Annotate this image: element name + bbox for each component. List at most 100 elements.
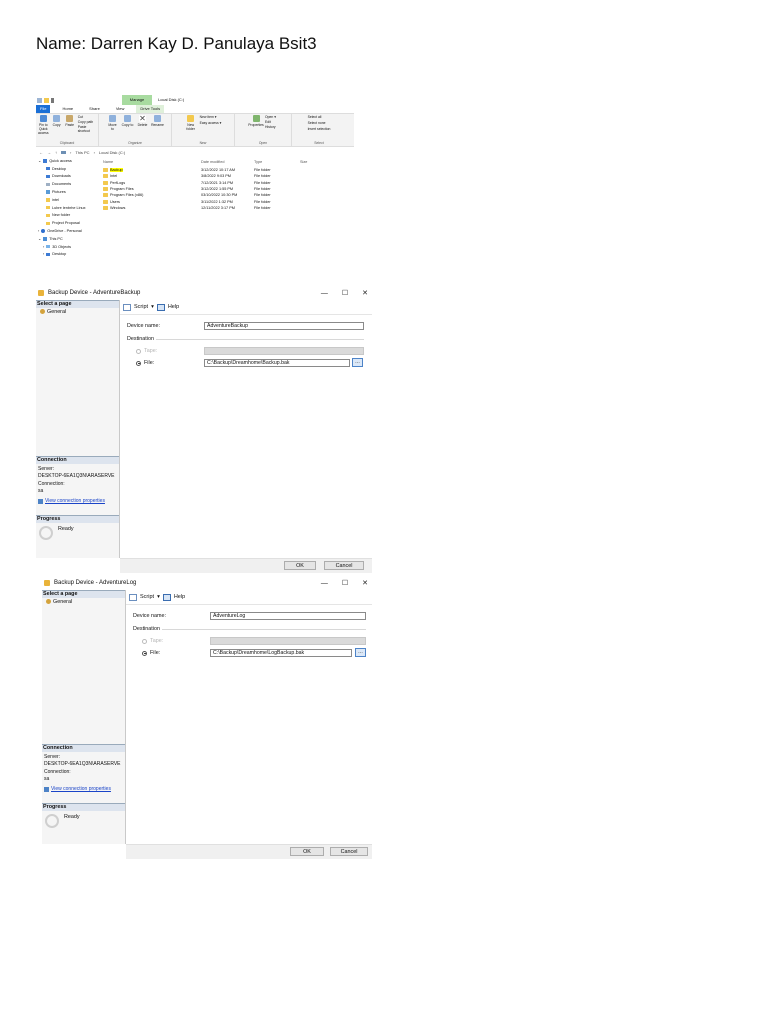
- easy-access-button[interactable]: Easy access ▾: [200, 121, 222, 125]
- browse-button[interactable]: …: [355, 648, 366, 657]
- page-general[interactable]: General: [36, 308, 119, 315]
- chevron-down-icon[interactable]: [51, 97, 54, 103]
- back-arrow-icon[interactable]: ←: [39, 150, 43, 155]
- select-none-button[interactable]: Select none: [308, 121, 331, 125]
- dialog-title: Backup Device - AdventureLog: [54, 580, 137, 586]
- dialog-titlebar: Backup Device - AdventureBackup — ☐ ✕: [36, 286, 372, 300]
- paste-icon: [66, 115, 74, 122]
- maximize-button[interactable]: ☐: [342, 579, 348, 587]
- breadcrumb-local-disk[interactable]: Local Disk (C:): [99, 150, 125, 155]
- nav-desktop[interactable]: Desktop: [38, 165, 98, 173]
- view-connection-properties-link[interactable]: View connection properties: [45, 498, 105, 505]
- file-row[interactable]: Windows 12/11/2022 3:17 PM File folder: [103, 205, 354, 211]
- tape-select: [204, 347, 364, 355]
- properties-icon[interactable]: [37, 97, 42, 103]
- new-folder-button[interactable]: New folder: [185, 115, 197, 131]
- nav-project-proposal[interactable]: Project Proposal: [38, 219, 98, 227]
- paste-shortcut-button[interactable]: Paste shortcut: [78, 125, 96, 133]
- chevron-down-icon[interactable]: ▾: [157, 594, 160, 600]
- ribbon-tabs: File Home Share View Drive Tools: [36, 105, 354, 113]
- rename-button[interactable]: Rename: [151, 115, 164, 127]
- pin-quick-access-button[interactable]: Pin to Quick access: [38, 115, 49, 135]
- nav-pictures[interactable]: Pictures: [38, 188, 98, 196]
- tab-drive-tools[interactable]: Drive Tools: [136, 105, 165, 113]
- ok-button[interactable]: OK: [290, 847, 324, 856]
- cancel-button[interactable]: Cancel: [324, 561, 364, 570]
- nav-intel[interactable]: intel: [38, 196, 98, 204]
- connection-properties-icon: [38, 498, 43, 504]
- close-button[interactable]: ✕: [362, 579, 368, 587]
- maximize-button[interactable]: ☐: [342, 289, 348, 297]
- tape-radio-option[interactable]: Tape:: [136, 348, 157, 354]
- nav-onedrive[interactable]: › OneDrive - Personal: [38, 227, 98, 235]
- nav-documents[interactable]: Documents: [38, 180, 98, 188]
- column-name[interactable]: Name: [103, 160, 201, 164]
- breadcrumb-this-pc[interactable]: This PC: [75, 150, 89, 155]
- up-arrow-icon[interactable]: ↑: [55, 150, 57, 155]
- file-radio[interactable]: [142, 650, 147, 656]
- open-button[interactable]: Open ▾: [265, 115, 276, 119]
- nav-downloads[interactable]: Downloads: [38, 173, 98, 181]
- copy-button[interactable]: Copy: [52, 115, 62, 127]
- chevron-down-icon[interactable]: ▾: [151, 304, 154, 310]
- edit-button[interactable]: Edit: [265, 120, 276, 124]
- star-icon: [43, 159, 48, 163]
- properties-button[interactable]: Properties: [248, 115, 264, 127]
- view-connection-properties-link[interactable]: View connection properties: [51, 786, 111, 793]
- file-radio-option[interactable]: File:: [142, 650, 160, 656]
- tab-view[interactable]: View: [112, 105, 129, 113]
- cut-button[interactable]: Cut: [78, 115, 96, 119]
- nav-3d-objects[interactable]: › 3D Objects: [38, 243, 98, 251]
- cancel-button[interactable]: Cancel: [330, 847, 368, 856]
- script-button[interactable]: Script: [134, 304, 148, 310]
- page-general[interactable]: General: [42, 598, 125, 605]
- select-all-button[interactable]: Select all: [308, 115, 331, 119]
- nav-linux[interactable]: Lubre lenbrhe Linux: [38, 204, 98, 212]
- copy-path-button[interactable]: Copy path: [78, 120, 96, 124]
- delete-button[interactable]: ✕ Delete: [137, 114, 149, 128]
- browse-button[interactable]: …: [352, 358, 363, 367]
- tab-home[interactable]: Home: [58, 105, 77, 113]
- tape-radio-option[interactable]: Tape:: [142, 638, 163, 644]
- invert-selection-button[interactable]: Invert selection: [308, 127, 331, 131]
- script-button[interactable]: Script: [140, 594, 154, 600]
- nav-new-folder[interactable]: New folder: [38, 212, 98, 220]
- tab-manage[interactable]: Manage: [122, 95, 152, 105]
- device-name-input[interactable]: AdventureLog: [210, 612, 366, 620]
- tape-radio[interactable]: [142, 638, 147, 644]
- new-item-button[interactable]: New item ▾: [200, 115, 222, 119]
- file-radio[interactable]: [136, 360, 141, 366]
- help-button[interactable]: Help: [174, 594, 185, 600]
- address-bar[interactable]: ← → ↑ › This PC › Local Disk (C:): [36, 147, 354, 157]
- tab-share[interactable]: Share: [85, 105, 104, 113]
- column-type[interactable]: Type: [254, 160, 300, 164]
- ok-button[interactable]: OK: [284, 561, 316, 570]
- minimize-button[interactable]: —: [321, 290, 328, 297]
- file-path-input[interactable]: C:\Backup\Dreamhome\LogBackup.bak: [210, 649, 352, 657]
- delete-icon: ✕: [139, 114, 146, 123]
- minimize-button[interactable]: —: [321, 580, 328, 587]
- database-icon: [44, 580, 50, 586]
- paste-button[interactable]: Paste: [65, 115, 75, 127]
- close-button[interactable]: ✕: [362, 289, 368, 297]
- file-radio-option[interactable]: File:: [136, 360, 154, 366]
- nav-this-pc[interactable]: ⌄ This PC: [38, 235, 98, 243]
- help-button[interactable]: Help: [168, 304, 179, 310]
- file-path-input[interactable]: C:\Backup\Dreamhome\Backup.bak: [204, 359, 350, 367]
- nav-desktop-pc[interactable]: › Desktop: [38, 251, 98, 259]
- new-folder-icon[interactable]: [44, 97, 49, 103]
- move-to-button[interactable]: Move to: [107, 115, 119, 131]
- forward-arrow-icon[interactable]: →: [47, 150, 51, 155]
- copy-to-button[interactable]: Copy to: [122, 115, 134, 127]
- window-title: Local Disk (C:): [158, 97, 185, 102]
- column-date[interactable]: Date modified: [201, 160, 254, 164]
- device-name-input[interactable]: AdventureBackup: [204, 322, 364, 330]
- destination-divider: [156, 339, 364, 340]
- tab-file[interactable]: File: [36, 105, 51, 113]
- folder-icon: [103, 205, 108, 210]
- column-size[interactable]: Size: [300, 160, 320, 164]
- ribbon-group-new: New folder New item ▾ Easy access ▾ New: [172, 114, 235, 146]
- history-button[interactable]: History: [265, 125, 276, 129]
- tape-radio[interactable]: [136, 348, 141, 354]
- nav-quick-access[interactable]: ⌄ Quick access: [38, 157, 98, 165]
